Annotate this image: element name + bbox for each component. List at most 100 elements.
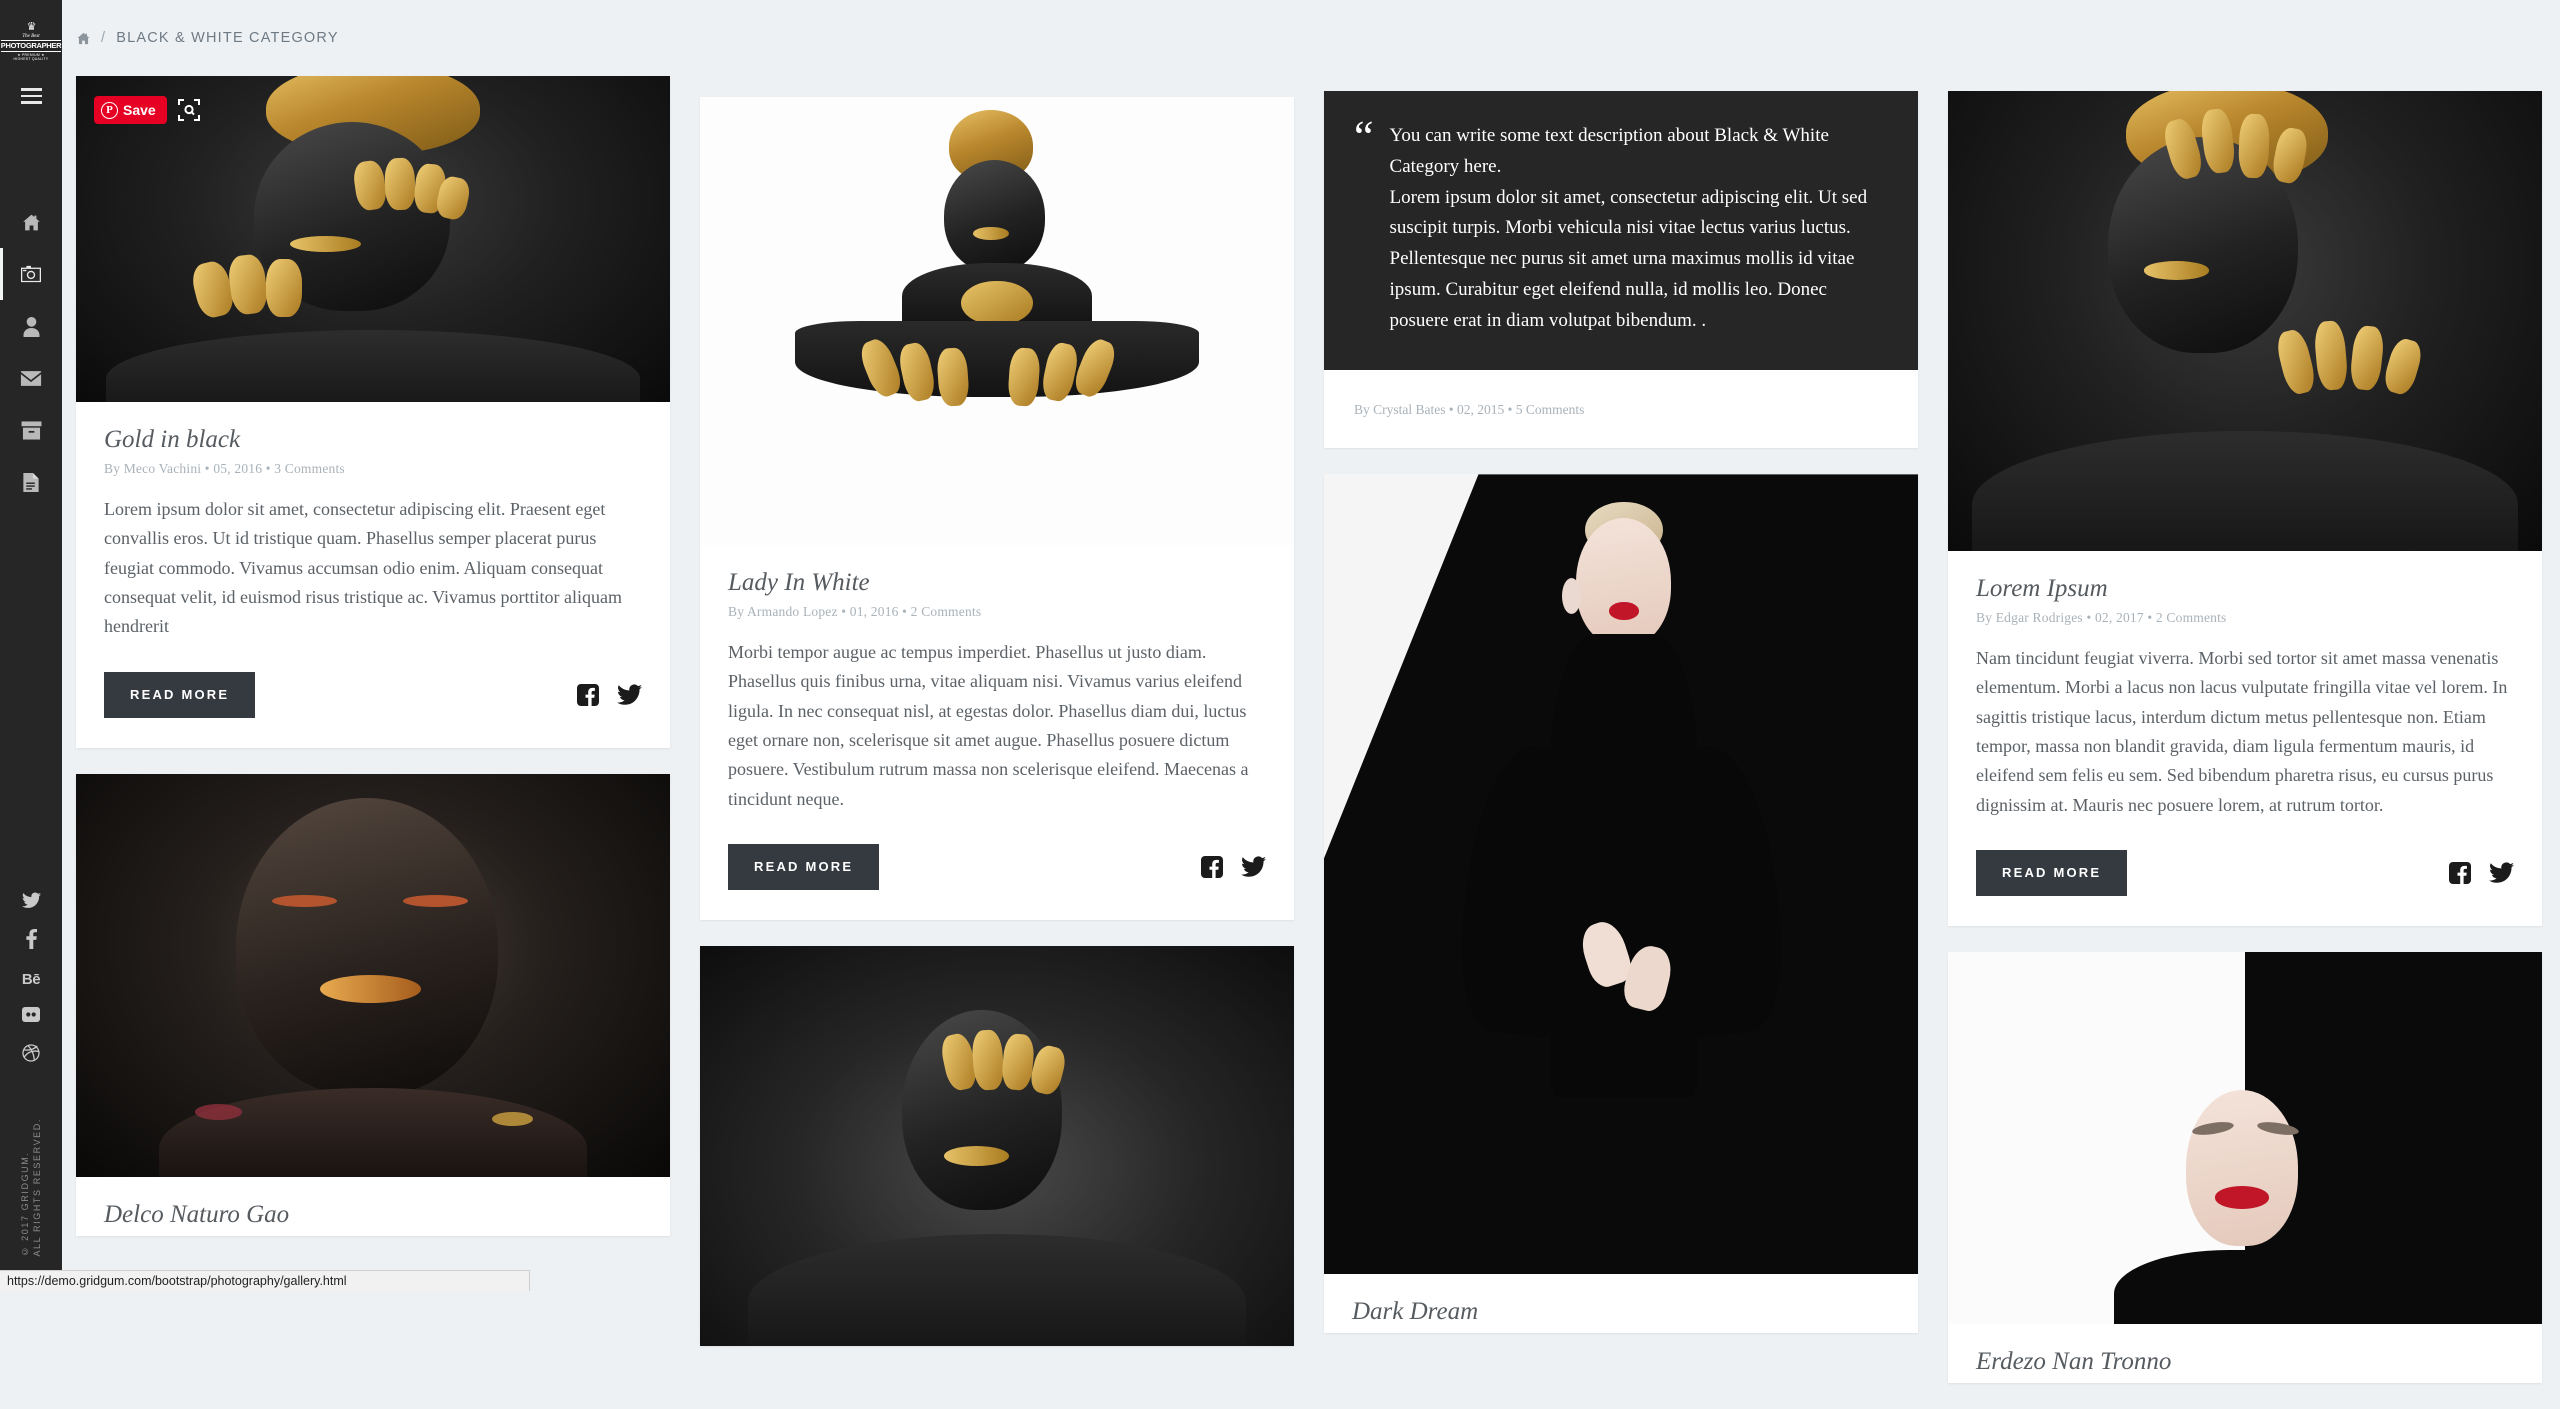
post-footer: READ MORE bbox=[1976, 850, 2514, 896]
copyright-line-2: ALL RIGHTS RESERVED. bbox=[32, 1118, 42, 1257]
facebook-icon bbox=[26, 929, 37, 954]
sidebar-item-gallery[interactable] bbox=[0, 248, 62, 300]
twitter-icon[interactable] bbox=[2489, 862, 2514, 884]
post-card-delco-naturo-gao: Delco Naturo Gao bbox=[76, 774, 670, 1236]
pinterest-search-icon[interactable] bbox=[177, 98, 201, 122]
facebook-icon[interactable] bbox=[2448, 861, 2472, 885]
read-more-button[interactable]: READ MORE bbox=[728, 844, 879, 890]
masonry-column-3: “ You can write some text description ab… bbox=[1324, 76, 1918, 1359]
masonry-grid: P Save Gold in black By Meco Vachini • 0… bbox=[62, 76, 2560, 1291]
document-icon bbox=[22, 472, 40, 493]
post-meta: By Crystal Bates • 02, 2015 • 5 Comments bbox=[1324, 370, 1918, 448]
post-card-lorem-ipsum: Lorem Ipsum By Edgar Rodriges • 02, 2017… bbox=[1948, 91, 2542, 926]
masonry-column-2: Lady In White By Armando Lopez • 01, 201… bbox=[700, 76, 1294, 1372]
social-link-flickr[interactable] bbox=[0, 998, 62, 1036]
quote-text: You can write some text description abou… bbox=[1390, 121, 1874, 336]
post-title[interactable]: Gold in black bbox=[104, 426, 642, 454]
hamburger-bar bbox=[21, 95, 42, 98]
social-link-twitter[interactable] bbox=[0, 884, 62, 922]
post-meta: By Edgar Rodriges • 02, 2017 • 2 Comment… bbox=[1976, 610, 2514, 626]
post-title[interactable]: Delco Naturo Gao bbox=[104, 1201, 642, 1229]
sidebar-item-contact[interactable] bbox=[0, 352, 62, 404]
share-links bbox=[576, 683, 642, 707]
archive-icon bbox=[21, 421, 42, 440]
twitter-icon bbox=[22, 892, 41, 914]
quote-block: “ You can write some text description ab… bbox=[1324, 91, 1918, 370]
logo-script-text: The Best bbox=[22, 34, 39, 39]
breadcrumb: / BLACK & WHITE CATEGORY bbox=[62, 0, 2560, 76]
sidebar: ♛ The Best PHOTOGRAPHER ★ PREMIUM ★ HIGH… bbox=[0, 0, 62, 1291]
breadcrumb-separator: / bbox=[101, 30, 106, 46]
post-image-column2-bottom[interactable] bbox=[700, 946, 1294, 1346]
post-meta: By Armando Lopez • 01, 2016 • 2 Comments bbox=[728, 604, 1266, 620]
masonry-column-1: P Save Gold in black By Meco Vachini • 0… bbox=[76, 76, 670, 1262]
post-body: Lady In White By Armando Lopez • 01, 201… bbox=[700, 545, 1294, 920]
post-excerpt: Lorem ipsum dolor sit amet, consectetur … bbox=[104, 495, 642, 642]
pinterest-overlay: P Save bbox=[94, 96, 201, 124]
twitter-icon[interactable] bbox=[1241, 856, 1266, 878]
site-logo[interactable]: ♛ The Best PHOTOGRAPHER ★ PREMIUM ★ HIGH… bbox=[0, 18, 62, 66]
status-bar-url: https://demo.gridgum.com/bootstrap/photo… bbox=[7, 1274, 347, 1288]
post-card-column2-bottom bbox=[700, 946, 1294, 1346]
copyright-notice: © 2017 GRIDGUM. ALL RIGHTS RESERVED. bbox=[0, 1118, 62, 1257]
read-more-button[interactable]: READ MORE bbox=[104, 672, 255, 718]
sidebar-item-home[interactable] bbox=[0, 196, 62, 248]
sidebar-item-blog[interactable] bbox=[0, 456, 62, 508]
social-link-behance[interactable]: Bē bbox=[0, 960, 62, 998]
share-links bbox=[2448, 861, 2514, 885]
twitter-icon[interactable] bbox=[617, 684, 642, 706]
post-image-dark-dream[interactable] bbox=[1324, 474, 1918, 1274]
flickr-icon bbox=[22, 1007, 40, 1027]
pinterest-logo-icon: P bbox=[101, 102, 118, 119]
post-excerpt: Nam tincidunt feugiat viverra. Morbi sed… bbox=[1976, 644, 2514, 820]
post-excerpt: Morbi tempor augue ac tempus imperdiet. … bbox=[728, 638, 1266, 814]
breadcrumb-current: BLACK & WHITE CATEGORY bbox=[116, 30, 338, 46]
post-body: Dark Dream bbox=[1324, 1274, 1918, 1326]
behance-icon: Bē bbox=[22, 971, 40, 988]
post-image-delco-naturo-gao[interactable] bbox=[76, 774, 670, 1177]
sidebar-item-about[interactable] bbox=[0, 300, 62, 352]
post-footer: READ MORE bbox=[104, 672, 642, 718]
social-link-dribbble[interactable] bbox=[0, 1036, 62, 1074]
post-meta: By Meco Vachini • 05, 2016 • 3 Comments bbox=[104, 461, 642, 477]
post-title[interactable]: Dark Dream bbox=[1352, 1298, 1890, 1326]
post-footer: READ MORE bbox=[728, 844, 1266, 890]
logo-sub2-text: HIGHEST QUALITY bbox=[14, 58, 49, 61]
status-bar: https://demo.gridgum.com/bootstrap/photo… bbox=[0, 1270, 530, 1291]
post-image-gold-in-black[interactable]: P Save bbox=[76, 76, 670, 402]
masonry-column-4: Lorem Ipsum By Edgar Rodriges • 02, 2017… bbox=[1948, 76, 2542, 1409]
user-icon bbox=[22, 316, 41, 337]
post-image-lady-in-white[interactable] bbox=[700, 97, 1294, 545]
post-card-gold-in-black: P Save Gold in black By Meco Vachini • 0… bbox=[76, 76, 670, 748]
post-card-erdezo-nan-tronno: Erdezo Nan Tronno bbox=[1948, 952, 2542, 1383]
post-image-erdezo-nan-tronno[interactable] bbox=[1948, 952, 2542, 1324]
post-image-lorem-ipsum[interactable] bbox=[1948, 91, 2542, 551]
hamburger-bar bbox=[21, 88, 42, 91]
pinterest-save-button[interactable]: P Save bbox=[94, 96, 167, 124]
quote-mark-icon: “ bbox=[1354, 121, 1374, 336]
post-body: Lorem Ipsum By Edgar Rodriges • 02, 2017… bbox=[1948, 551, 2542, 926]
read-more-button[interactable]: READ MORE bbox=[1976, 850, 2127, 896]
hamburger-bar bbox=[21, 101, 42, 104]
camera-icon bbox=[20, 264, 42, 284]
post-body: Gold in black By Meco Vachini • 05, 2016… bbox=[76, 402, 670, 748]
share-links bbox=[1200, 855, 1266, 879]
sidebar-social-links: Bē bbox=[0, 884, 62, 1074]
sidebar-item-portfolio[interactable] bbox=[0, 404, 62, 456]
breadcrumb-home-icon[interactable] bbox=[76, 31, 91, 46]
post-body: Delco Naturo Gao bbox=[76, 1177, 670, 1229]
post-title[interactable]: Lorem Ipsum bbox=[1976, 575, 2514, 603]
copyright-line-1: © 2017 GRIDGUM. bbox=[20, 1118, 30, 1257]
sidebar-nav bbox=[0, 196, 62, 508]
post-title[interactable]: Erdezo Nan Tronno bbox=[1976, 1348, 2514, 1376]
facebook-icon[interactable] bbox=[1200, 855, 1224, 879]
home-icon bbox=[21, 212, 42, 233]
post-card-quote: “ You can write some text description ab… bbox=[1324, 91, 1918, 448]
menu-toggle-button[interactable] bbox=[0, 88, 62, 104]
social-link-facebook[interactable] bbox=[0, 922, 62, 960]
dribbble-icon bbox=[22, 1044, 40, 1067]
envelope-icon bbox=[20, 370, 42, 387]
post-card-dark-dream: Dark Dream bbox=[1324, 474, 1918, 1333]
post-title[interactable]: Lady In White bbox=[728, 569, 1266, 597]
facebook-icon[interactable] bbox=[576, 683, 600, 707]
